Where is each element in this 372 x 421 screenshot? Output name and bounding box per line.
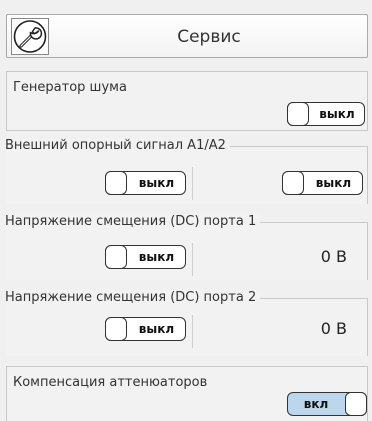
wrench-icon[interactable] <box>11 18 49 55</box>
toggle-knob <box>287 102 309 126</box>
toggle-label: выкл <box>138 250 175 264</box>
toggle-knob <box>105 317 127 341</box>
attenuator-comp-panel: Компенсация аттенюаторов вкл <box>6 366 368 421</box>
divider <box>192 167 193 200</box>
attenuator-comp-toggle[interactable]: вкл <box>287 392 367 416</box>
noise-generator-panel: Генератор шума выкл <box>6 71 368 131</box>
dc-bias-port2-label: Напряжение смещения (DC) порта 2 <box>5 290 261 306</box>
toggle-knob <box>345 392 367 416</box>
noise-generator-label: Генератор шума <box>13 80 127 95</box>
dc-bias-port2-value: 0 В <box>320 319 347 338</box>
divider <box>192 315 193 348</box>
toggle-knob <box>105 245 127 269</box>
attenuator-comp-label: Компенсация аттенюаторов <box>13 375 208 390</box>
toggle-label: вкл <box>303 397 329 411</box>
toggle-label: выкл <box>138 176 175 190</box>
dc-bias-port1-panel: Напряжение смещения (DC) порта 1 выкл 0 … <box>5 214 368 280</box>
dc-bias-port1-label: Напряжение смещения (DC) порта 1 <box>5 214 261 230</box>
ext-reference-a2-toggle[interactable]: выкл <box>282 171 363 195</box>
toggle-knob <box>282 171 304 195</box>
ext-reference-panel: Внешний опорный сигнал A1/A2 выкл выкл <box>5 138 368 204</box>
toggle-label: выкл <box>315 176 352 190</box>
toggle-label: выкл <box>138 322 175 336</box>
dc-bias-port2-toggle[interactable]: выкл <box>105 317 186 341</box>
toggle-knob <box>105 171 127 195</box>
dc-bias-port1-value: 0 В <box>320 247 347 266</box>
dc-bias-port1-toggle[interactable]: выкл <box>105 245 186 269</box>
header-bar: Сервис <box>6 14 368 58</box>
toggle-label: выкл <box>319 107 355 121</box>
noise-generator-toggle[interactable]: выкл <box>287 102 365 126</box>
ext-reference-label: Внешний опорный сигнал A1/A2 <box>5 138 230 154</box>
page-title: Сервис <box>177 27 241 47</box>
divider <box>192 243 193 276</box>
ext-reference-a1-toggle[interactable]: выкл <box>105 171 186 195</box>
dc-bias-port2-panel: Напряжение смещения (DC) порта 2 выкл 0 … <box>5 290 368 356</box>
